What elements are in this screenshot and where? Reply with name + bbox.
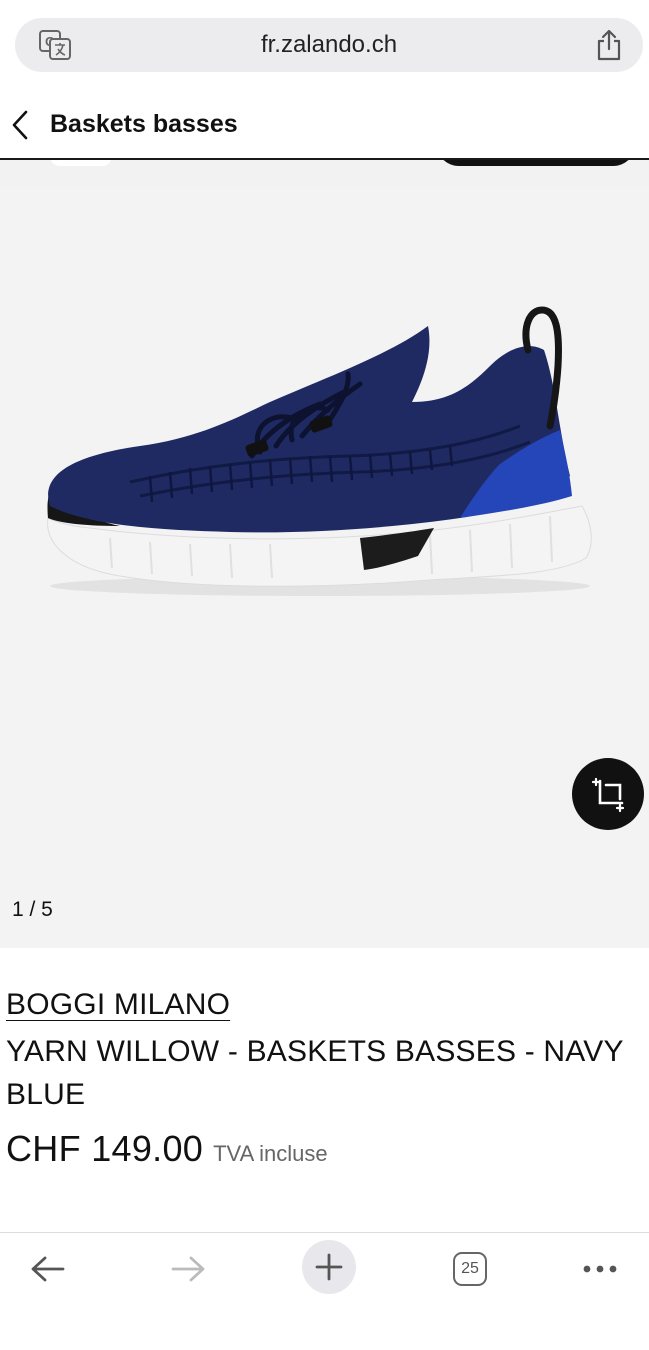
product-image[interactable]: [30, 306, 610, 606]
tab-count: 25: [461, 1260, 479, 1277]
browser-url-area: G fr.zalando.ch: [0, 0, 649, 88]
arrow-right-icon: [171, 1256, 205, 1282]
peek-button: [436, 160, 636, 166]
nav-forward-button[interactable]: [160, 1241, 216, 1297]
page-title: Baskets basses: [50, 110, 238, 138]
price-row: CHF 149.00 TVA incluse: [6, 1128, 328, 1172]
page-header: Baskets basses: [0, 88, 649, 160]
plus-icon: [315, 1253, 343, 1281]
product-name: YARN WILLOW - BASKETS BASSES - NAVY BLUE: [6, 1035, 624, 1111]
peek-pill: [50, 160, 112, 166]
brand-link[interactable]: BOGGI MILANO: [6, 988, 230, 1022]
share-icon[interactable]: [595, 29, 623, 61]
image-counter: 1 / 5: [12, 898, 53, 921]
new-tab-button[interactable]: [302, 1240, 356, 1294]
product-price: CHF 149.00: [6, 1128, 204, 1169]
vat-note: TVA incluse: [213, 1141, 328, 1166]
ar-view-icon: [591, 777, 625, 813]
product-gallery[interactable]: 1 / 5: [0, 186, 649, 948]
tabs-button[interactable]: 25: [442, 1241, 498, 1297]
obscured-toolbar-peek: [0, 160, 649, 186]
ar-view-button[interactable]: [572, 758, 644, 830]
chevron-left-icon[interactable]: [8, 108, 32, 142]
nav-back-button[interactable]: [20, 1241, 76, 1297]
browser-toolbar: 25: [0, 1232, 649, 1350]
tabs-icon: 25: [453, 1252, 487, 1286]
more-button[interactable]: [572, 1241, 628, 1297]
url-text[interactable]: fr.zalando.ch: [15, 18, 643, 72]
arrow-left-icon: [31, 1256, 65, 1282]
address-bar[interactable]: G fr.zalando.ch: [15, 18, 643, 72]
more-icon: [583, 1265, 617, 1273]
